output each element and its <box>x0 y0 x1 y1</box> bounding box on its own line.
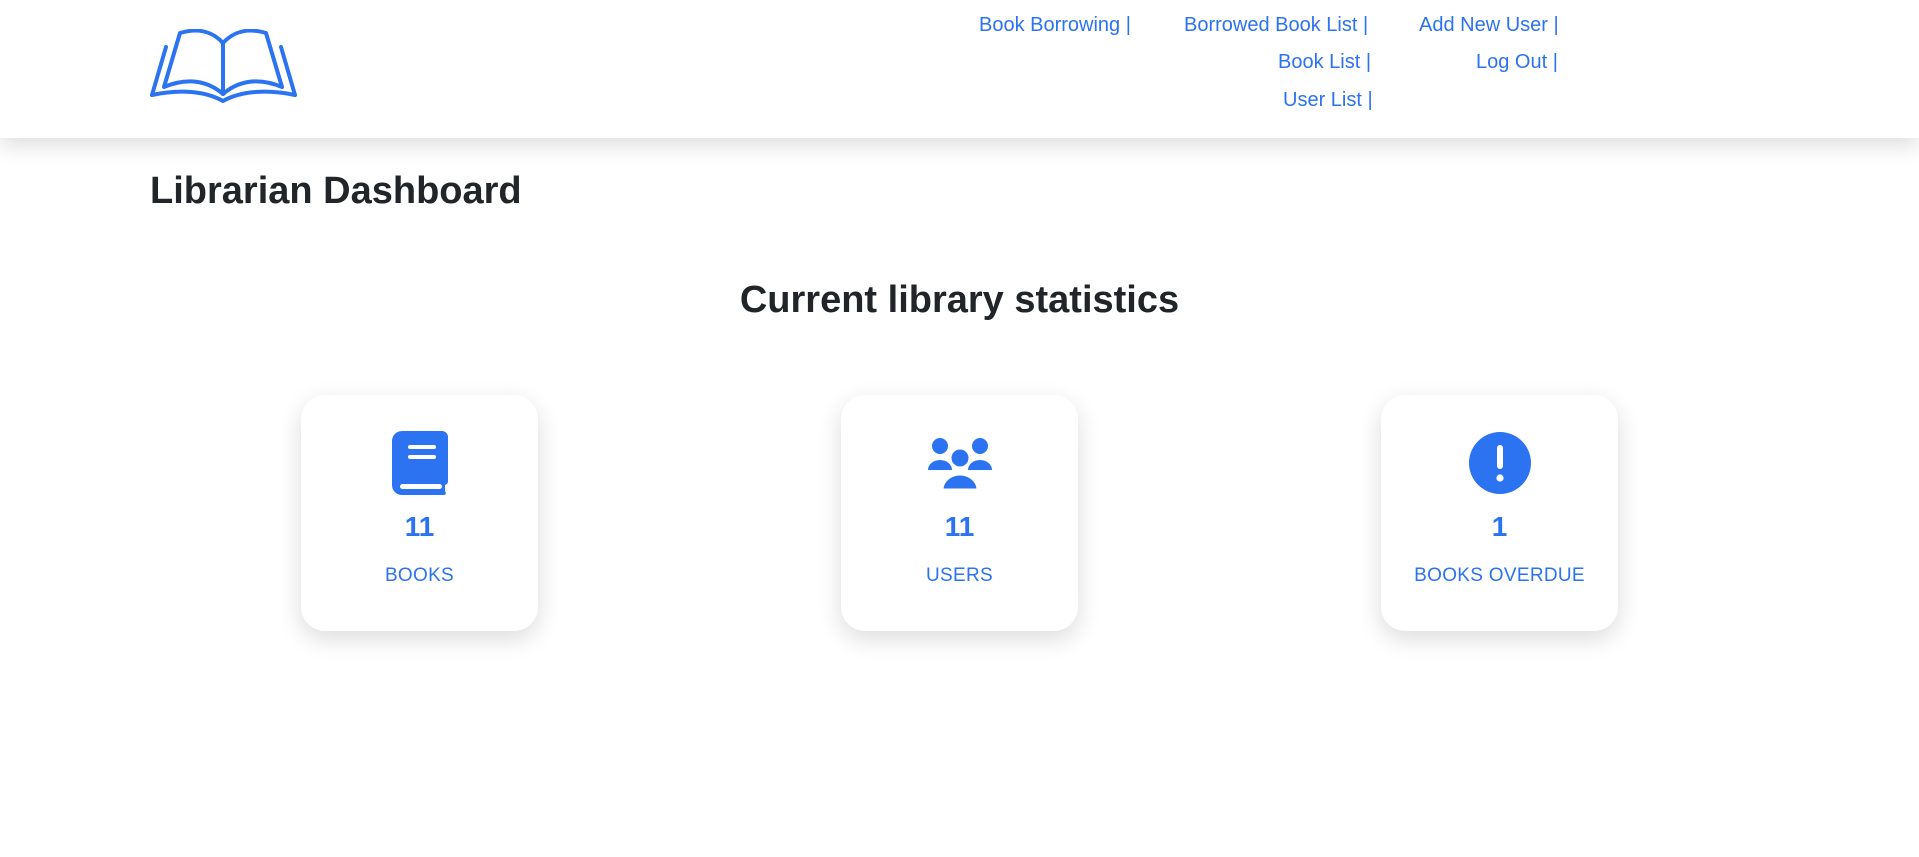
exclamation-circle-icon <box>1381 431 1618 495</box>
stat-card-books: 11 BOOKS <box>301 395 538 631</box>
nav-book-list[interactable]: Book List | <box>1278 51 1371 74</box>
stat-card-users: 11 USERS <box>841 395 1078 631</box>
books-count: 11 <box>404 511 435 542</box>
nav-borrowed-book-list[interactable]: Borrowed Book List | <box>1184 14 1368 37</box>
page-title: Librarian Dashboard <box>150 170 522 212</box>
users-label: USERS <box>926 565 993 586</box>
books-label: BOOKS <box>384 565 455 586</box>
users-count: 11 <box>944 511 975 542</box>
overdue-label: BOOKS OVERDUE <box>1414 565 1585 586</box>
open-book-icon[interactable] <box>150 29 297 103</box>
overdue-count: 1 <box>1491 511 1508 542</box>
users-icon <box>841 431 1078 495</box>
nav-add-new-user[interactable]: Add New User | <box>1419 14 1559 37</box>
nav-log-out[interactable]: Log Out | <box>1476 51 1558 74</box>
stats-heading: Current library statistics <box>739 279 1180 321</box>
stat-card-books-overdue: 1 BOOKS OVERDUE <box>1381 395 1618 631</box>
nav-user-list[interactable]: User List | <box>1283 89 1373 112</box>
navbar: Book Borrowing | Borrowed Book List | Bo… <box>0 0 1919 138</box>
book-icon <box>301 431 538 495</box>
nav-book-borrowing[interactable]: Book Borrowing | <box>979 14 1131 37</box>
